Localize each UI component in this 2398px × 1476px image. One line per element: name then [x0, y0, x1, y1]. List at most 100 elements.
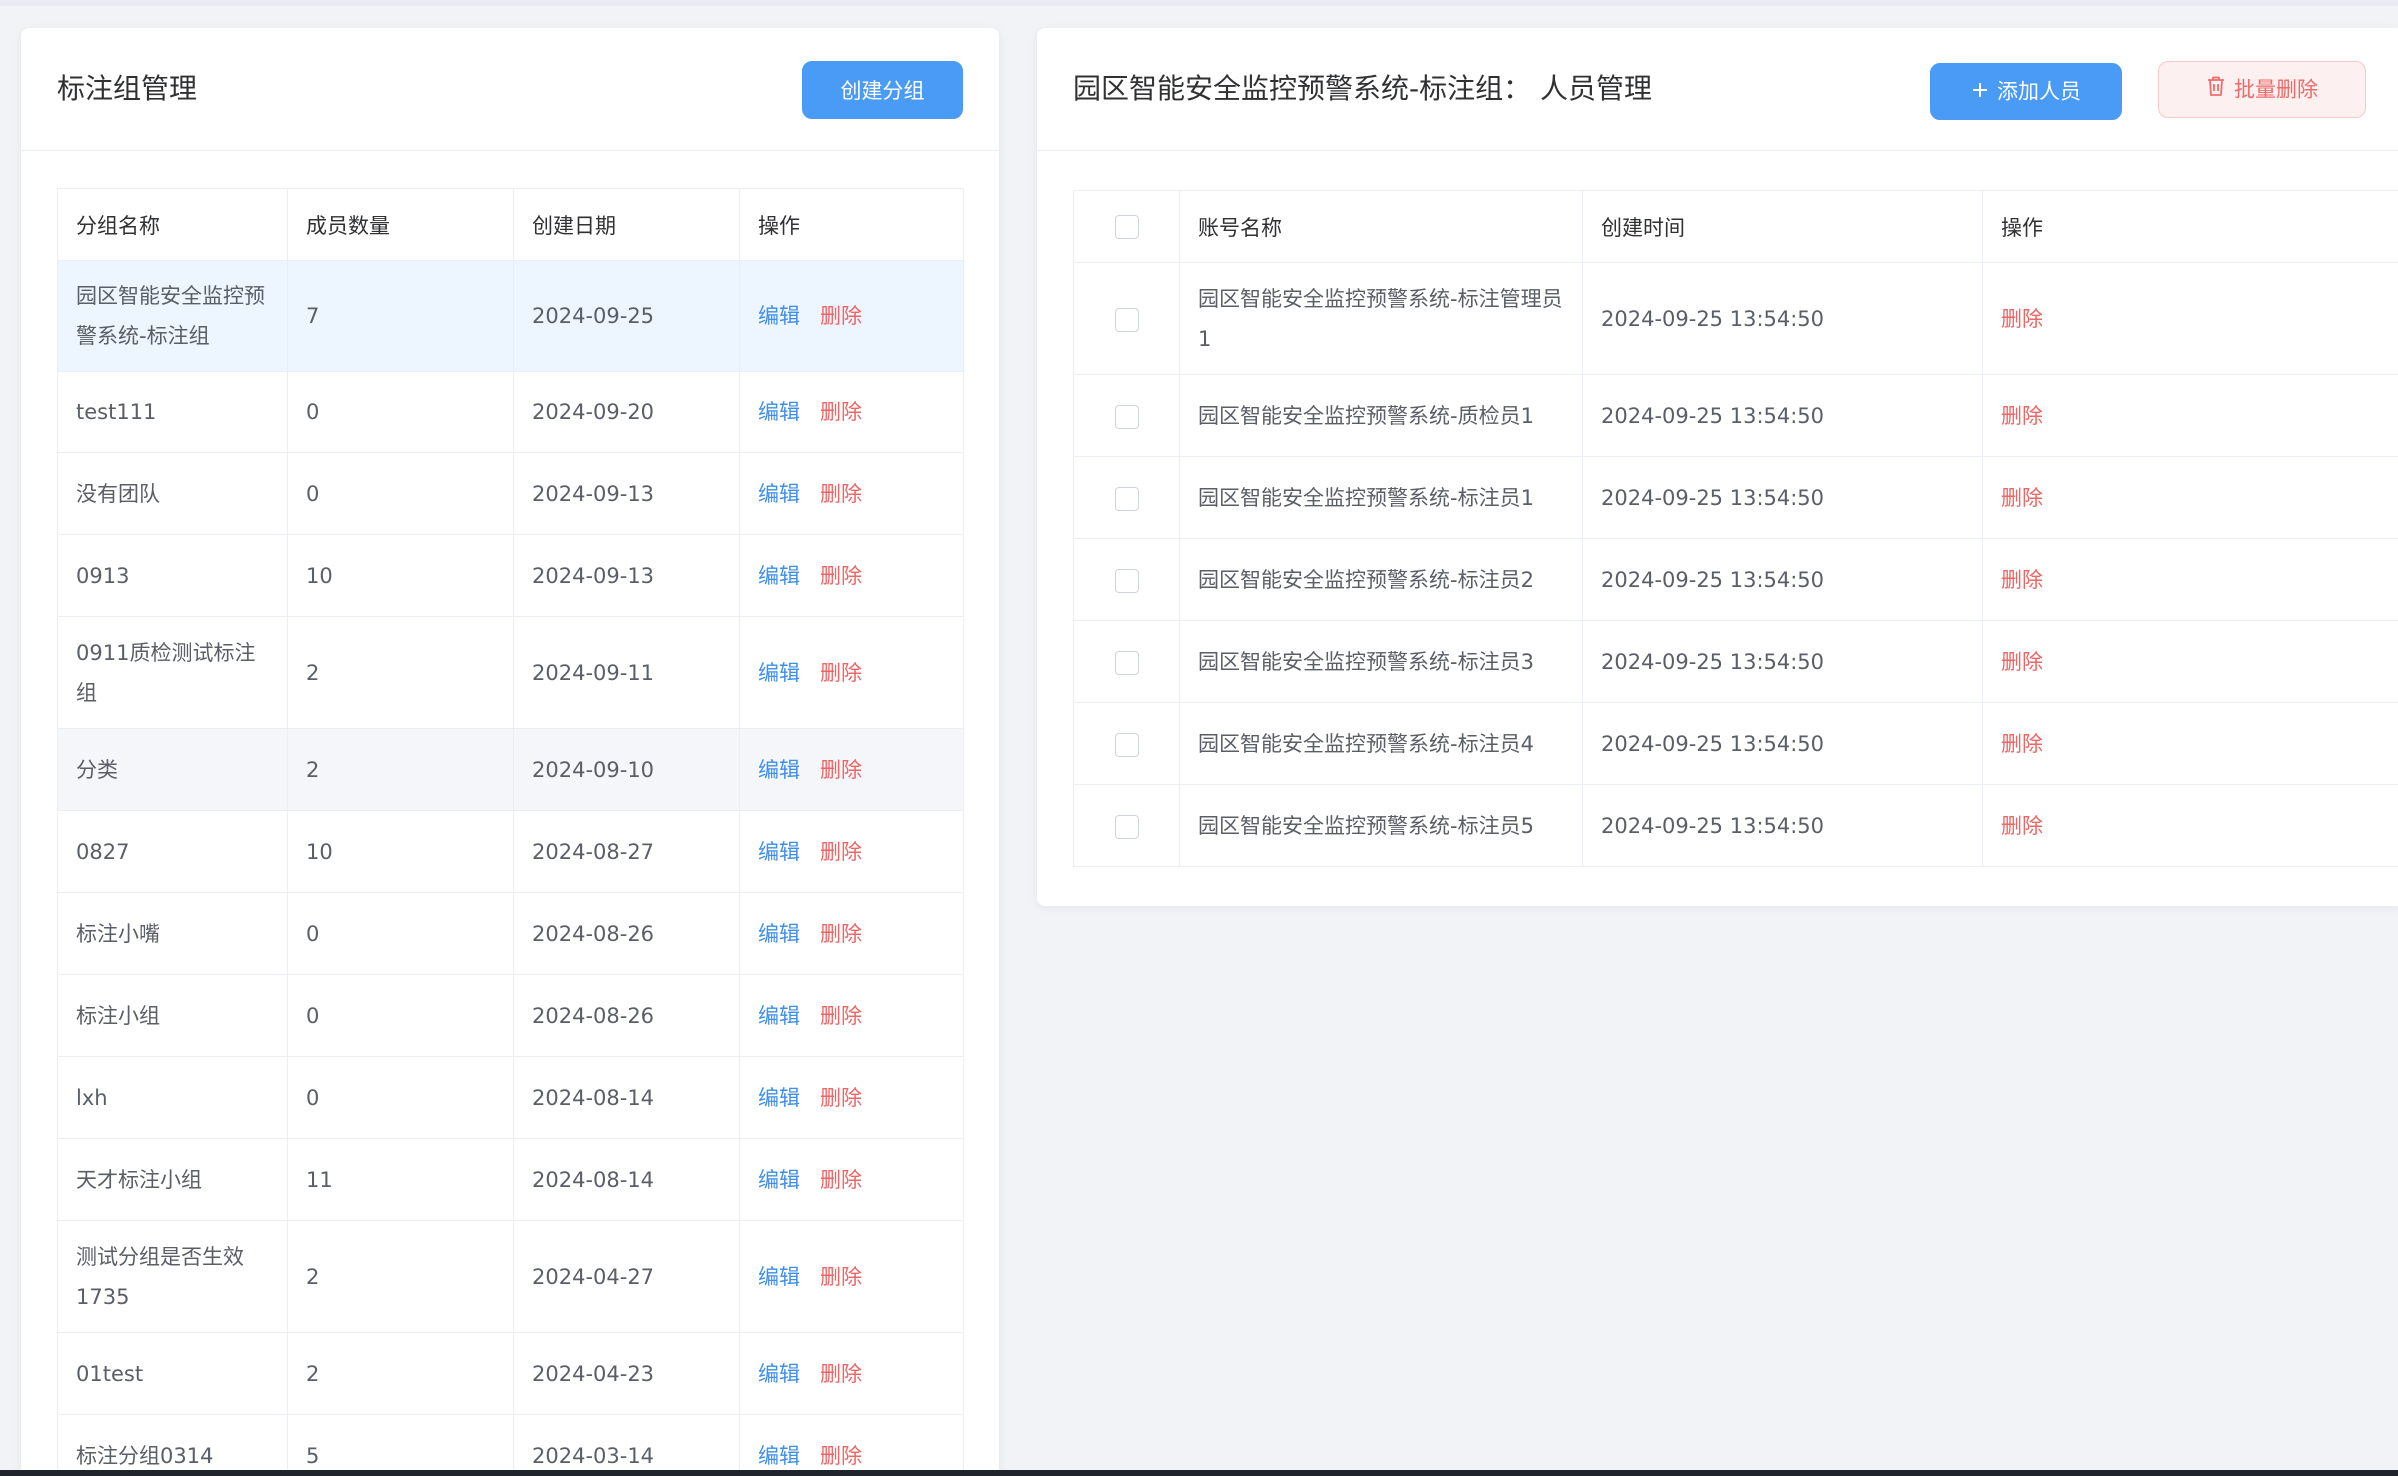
delete-group-link[interactable]: 删除: [820, 1004, 862, 1028]
row-select-cell: [1073, 538, 1180, 621]
account-name-cell: 园区智能安全监控预警系统-标注员3: [1179, 620, 1583, 703]
edit-group-link[interactable]: 编辑: [758, 1362, 800, 1386]
group-row[interactable]: 测试分组是否生效1735 2 2024-04-27 编辑 删除: [57, 1220, 964, 1333]
edit-group-link[interactable]: 编辑: [758, 1086, 800, 1110]
edit-group-link[interactable]: 编辑: [758, 400, 800, 424]
edit-group-link[interactable]: 编辑: [758, 758, 800, 782]
edit-group-link[interactable]: 编辑: [758, 661, 800, 685]
delete-group-link[interactable]: 删除: [820, 1444, 862, 1468]
group-actions-cell: 编辑 删除: [739, 728, 964, 811]
member-row[interactable]: 园区智能安全监控预警系统-质检员1 2024-09-25 13:54:50 删除: [1073, 374, 2398, 457]
group-actions-cell: 编辑 删除: [739, 1414, 964, 1476]
group-name-cell: 天才标注小组: [57, 1138, 288, 1221]
row-checkbox[interactable]: [1114, 404, 1139, 429]
delete-group-link[interactable]: 删除: [820, 661, 862, 685]
create-group-button[interactable]: 创建分组: [802, 61, 963, 119]
member-count-cell: 5: [287, 1414, 514, 1476]
group-row[interactable]: 0911质检测试标注组 2 2024-09-11 编辑 删除: [57, 616, 964, 729]
created-date-cell: 2024-04-27: [513, 1220, 740, 1333]
edit-group-link[interactable]: 编辑: [758, 840, 800, 864]
edit-group-link[interactable]: 编辑: [758, 482, 800, 506]
group-name-cell: 标注小组: [57, 974, 288, 1057]
delete-member-link[interactable]: 删除: [2001, 732, 2043, 756]
group-panel-title: 标注组管理: [57, 72, 198, 105]
delete-member-link[interactable]: 删除: [2001, 650, 2043, 674]
group-row[interactable]: 01test 2 2024-04-23 编辑 删除: [57, 1332, 964, 1415]
row-checkbox[interactable]: [1114, 307, 1139, 332]
member-count-cell: 0: [287, 1056, 514, 1139]
group-row[interactable]: 标注小嘴 0 2024-08-26 编辑 删除: [57, 892, 964, 975]
create-group-label: 创建分组: [840, 79, 925, 103]
edit-group-link[interactable]: 编辑: [758, 564, 800, 588]
row-checkbox[interactable]: [1114, 732, 1139, 757]
delete-member-link[interactable]: 删除: [2001, 486, 2043, 510]
row-checkbox[interactable]: [1114, 486, 1139, 511]
delete-group-link[interactable]: 删除: [820, 564, 862, 588]
group-row[interactable]: 标注小组 0 2024-08-26 编辑 删除: [57, 974, 964, 1057]
group-row[interactable]: 天才标注小组 11 2024-08-14 编辑 删除: [57, 1138, 964, 1221]
delete-group-link[interactable]: 删除: [820, 922, 862, 946]
member-management-panel: 园区智能安全监控预警系统-标注组： 人员管理 添加人员 批量删除 账号名称 创建…: [1037, 28, 2398, 906]
delete-group-link[interactable]: 删除: [820, 758, 862, 782]
member-row[interactable]: 园区智能安全监控预警系统-标注员3 2024-09-25 13:54:50 删除: [1073, 620, 2398, 703]
delete-group-link[interactable]: 删除: [820, 1362, 862, 1386]
delete-member-link[interactable]: 删除: [2001, 814, 2043, 838]
group-name-cell: test111: [57, 371, 288, 453]
group-row[interactable]: 0827 10 2024-08-27 编辑 删除: [57, 810, 964, 893]
account-name-cell: 园区智能安全监控预警系统-标注员1: [1179, 456, 1583, 539]
created-date-cell: 2024-09-11: [513, 616, 740, 729]
delete-group-link[interactable]: 删除: [820, 1168, 862, 1192]
member-count-cell: 0: [287, 452, 514, 535]
delete-group-link[interactable]: 删除: [820, 1086, 862, 1110]
created-time-cell: 2024-09-25 13:54:50: [1582, 262, 1983, 375]
delete-group-link[interactable]: 删除: [820, 1265, 862, 1289]
row-select-cell: [1073, 456, 1180, 539]
group-table-header: 分组名称 成员数量 创建日期 操作: [57, 188, 964, 261]
member-row[interactable]: 园区智能安全监控预警系统-标注员1 2024-09-25 13:54:50 删除: [1073, 456, 2398, 539]
group-actions-cell: 编辑 删除: [739, 1332, 964, 1415]
edit-group-link[interactable]: 编辑: [758, 1265, 800, 1289]
created-date-cell: 2024-03-14: [513, 1414, 740, 1476]
top-bar: [0, 0, 2398, 6]
row-checkbox[interactable]: [1114, 650, 1139, 675]
group-actions-cell: 编辑 删除: [739, 1056, 964, 1139]
group-row[interactable]: 分类 2 2024-09-10 编辑 删除: [57, 728, 964, 811]
edit-group-link[interactable]: 编辑: [758, 1004, 800, 1028]
edit-group-link[interactable]: 编辑: [758, 922, 800, 946]
delete-group-link[interactable]: 删除: [820, 304, 862, 328]
group-row[interactable]: lxh 0 2024-08-14 编辑 删除: [57, 1056, 964, 1139]
account-name-cell: 园区智能安全监控预警系统-标注员4: [1179, 702, 1583, 785]
edit-group-link[interactable]: 编辑: [758, 1168, 800, 1192]
delete-member-link[interactable]: 删除: [2001, 404, 2043, 428]
created-time-cell: 2024-09-25 13:54:50: [1582, 620, 1983, 703]
member-row[interactable]: 园区智能安全监控预警系统-标注员2 2024-09-25 13:54:50 删除: [1073, 538, 2398, 621]
member-row[interactable]: 园区智能安全监控预警系统-标注管理员1 2024-09-25 13:54:50 删除: [1073, 262, 2398, 375]
row-checkbox[interactable]: [1114, 814, 1139, 839]
member-row[interactable]: 园区智能安全监控预警系统-标注员5 2024-09-25 13:54:50 删除: [1073, 784, 2398, 867]
member-table-header: 账号名称 创建时间 操作: [1073, 190, 2398, 263]
created-date-cell: 2024-08-14: [513, 1056, 740, 1139]
delete-member-link[interactable]: 删除: [2001, 568, 2043, 592]
group-row[interactable]: 标注分组0314 5 2024-03-14 编辑 删除: [57, 1414, 964, 1476]
group-management-panel: 标注组管理 创建分组 分组名称 成员数量 创建日期 操作 园区智能安全监控预警系…: [21, 28, 999, 1476]
group-panel-header: 标注组管理 创建分组: [21, 28, 999, 151]
member-table: 账号名称 创建时间 操作 园区智能安全监控预警系统-标注管理员1 2024-09-…: [1073, 190, 2398, 867]
select-all-checkbox[interactable]: [1114, 215, 1139, 239]
group-row[interactable]: test111 0 2024-09-20 编辑 删除: [57, 371, 964, 453]
group-name-cell: 0913: [57, 534, 288, 617]
batch-delete-button[interactable]: 批量删除: [2158, 61, 2366, 118]
group-name-cell: 01test: [57, 1332, 288, 1415]
delete-member-link[interactable]: 删除: [2001, 307, 2043, 331]
row-checkbox[interactable]: [1114, 568, 1139, 593]
delete-group-link[interactable]: 删除: [820, 482, 862, 506]
edit-group-link[interactable]: 编辑: [758, 1444, 800, 1468]
group-row[interactable]: 0913 10 2024-09-13 编辑 删除: [57, 534, 964, 617]
member-row[interactable]: 园区智能安全监控预警系统-标注员4 2024-09-25 13:54:50 删除: [1073, 702, 2398, 785]
member-count-cell: 10: [287, 534, 514, 617]
group-row[interactable]: 没有团队 0 2024-09-13 编辑 删除: [57, 452, 964, 535]
add-member-button[interactable]: 添加人员: [1930, 63, 2122, 120]
group-row[interactable]: 园区智能安全监控预警系统-标注组 7 2024-09-25 编辑 删除: [57, 260, 964, 372]
delete-group-link[interactable]: 删除: [820, 400, 862, 424]
edit-group-link[interactable]: 编辑: [758, 304, 800, 328]
delete-group-link[interactable]: 删除: [820, 840, 862, 864]
